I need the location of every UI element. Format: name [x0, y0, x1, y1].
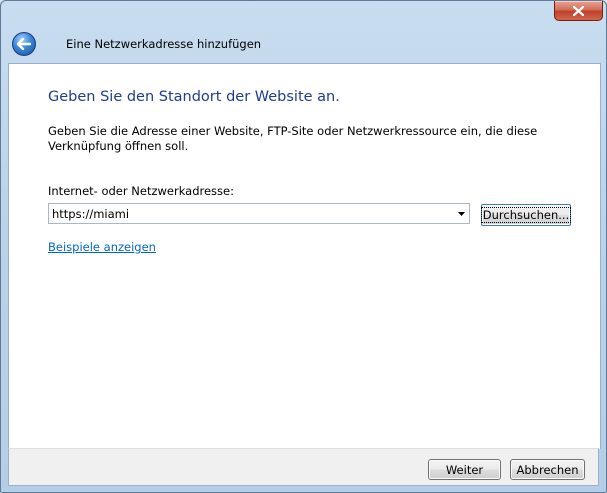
address-dropdown-button[interactable]: [453, 204, 469, 223]
back-arrow-icon: [17, 38, 31, 50]
show-examples-link[interactable]: Beispiele anzeigen: [48, 240, 156, 254]
close-icon: [573, 5, 584, 16]
dialog-footer: Weiter Abbrechen: [8, 448, 599, 486]
cancel-button[interactable]: Abbrechen: [510, 459, 585, 480]
dialog-window: Eine Netzwerkadresse hinzufügen Geben Si…: [0, 0, 607, 493]
close-button[interactable]: [554, 1, 603, 21]
chevron-down-icon: [457, 211, 465, 216]
next-button[interactable]: Weiter: [428, 459, 501, 480]
back-button[interactable]: [12, 32, 36, 56]
address-label: Internet- oder Netzwerkadresse:: [48, 184, 234, 198]
address-input[interactable]: [49, 204, 453, 223]
page-description: Geben Sie die Adresse einer Website, FTP…: [48, 124, 538, 153]
content-panel: Geben Sie den Standort der Website an. G…: [8, 63, 601, 449]
address-combobox[interactable]: [48, 203, 470, 224]
window-title: Eine Netzwerkadresse hinzufügen: [66, 37, 262, 51]
page-heading: Geben Sie den Standort der Website an.: [48, 89, 340, 105]
browse-button[interactable]: Durchsuchen...: [480, 204, 572, 226]
browse-button-label: Durchsuchen...: [480, 207, 572, 223]
